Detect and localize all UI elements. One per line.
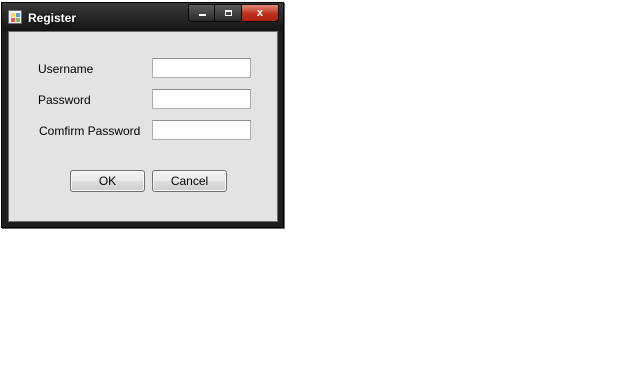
maximize-button[interactable] bbox=[215, 5, 242, 21]
close-button[interactable]: x bbox=[241, 5, 278, 21]
cancel-button[interactable]: Cancel bbox=[152, 170, 227, 192]
window-title: Register bbox=[28, 11, 77, 25]
close-icon: x bbox=[256, 7, 263, 19]
form-body: Username Password Comfirm Password OK Ca… bbox=[8, 31, 278, 222]
minimize-icon bbox=[199, 14, 206, 16]
caption-buttons: x bbox=[188, 4, 279, 22]
ok-button[interactable]: OK bbox=[70, 170, 145, 192]
password-label: Password bbox=[38, 93, 91, 107]
username-label: Username bbox=[38, 62, 94, 76]
title-bar[interactable]: Register x bbox=[2, 3, 283, 31]
minimize-button[interactable] bbox=[189, 5, 216, 21]
username-field[interactable] bbox=[152, 58, 251, 78]
password-field[interactable] bbox=[152, 89, 251, 109]
register-dialog: Register x Username Password Comfirm Pas… bbox=[1, 2, 284, 228]
confirm-password-field[interactable] bbox=[152, 120, 251, 140]
form-app-icon[interactable] bbox=[8, 10, 22, 24]
maximize-icon bbox=[225, 10, 233, 16]
confirm-password-label: Comfirm Password bbox=[39, 124, 141, 138]
